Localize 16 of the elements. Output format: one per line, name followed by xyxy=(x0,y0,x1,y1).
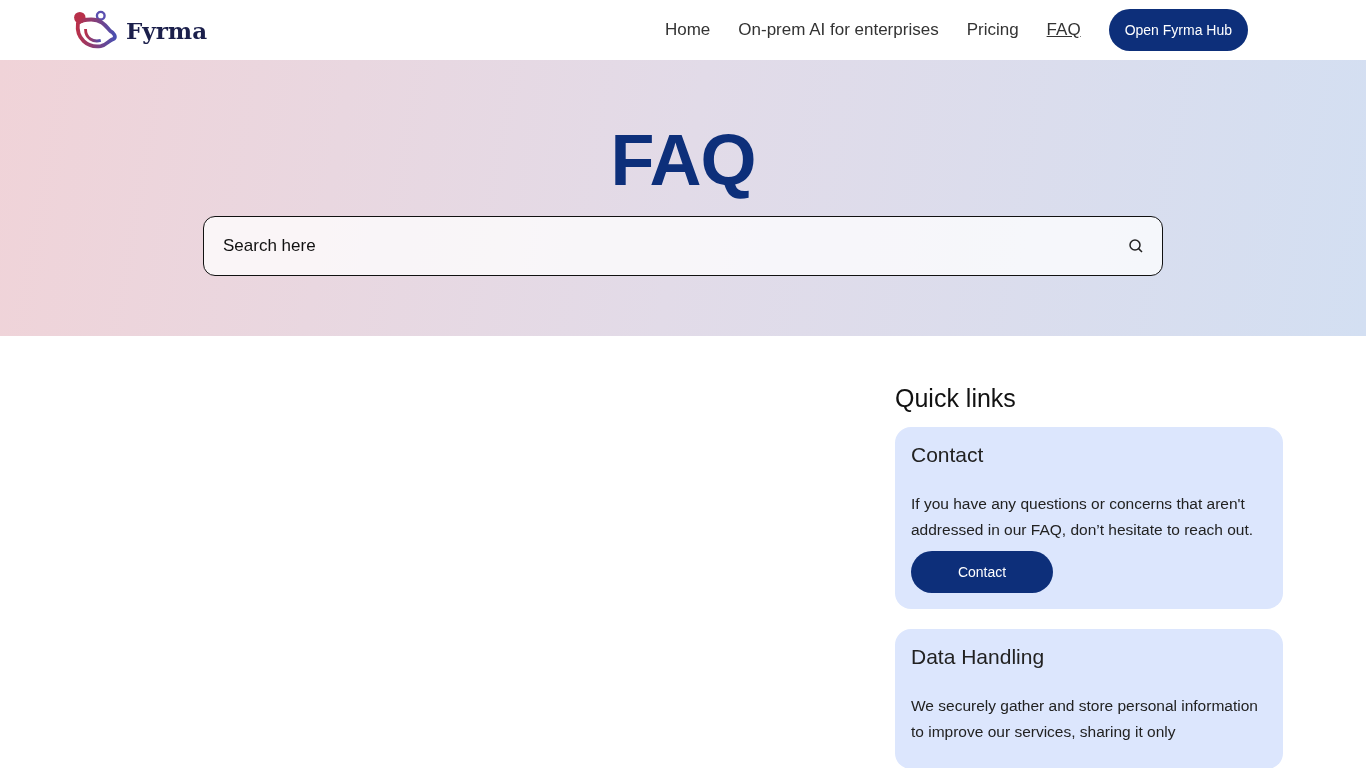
brand-name[interactable]: Fyrma xyxy=(126,16,208,44)
contact-button[interactable]: Contact xyxy=(911,551,1053,593)
search-icon[interactable] xyxy=(1128,238,1144,254)
card-text: If you have any questions or concerns that aren't addressed in our FAQ, don’t hesitate to reach out. xyxy=(911,494,1255,540)
search-field[interactable]: Search here xyxy=(203,216,1163,276)
open-hub-button[interactable]: Open Fyrma Hub xyxy=(1108,9,1248,51)
nav-link[interactable]: On-prem AI for enterprises xyxy=(738,20,939,40)
page-title: FAQ xyxy=(610,122,756,198)
section-heading: Quick links xyxy=(895,384,1017,413)
nav-link[interactable]: Home xyxy=(664,20,711,40)
card-title: Contact xyxy=(911,443,985,467)
nav-link[interactable]: Pricing xyxy=(966,20,1019,40)
bear-logo-icon[interactable] xyxy=(72,10,120,50)
card-text: We securely gather and store personal information to improve our services, sharing it only xyxy=(911,696,1259,742)
card-title: Data Handling xyxy=(911,645,1046,669)
nav-link[interactable]: FAQ xyxy=(1046,20,1081,40)
